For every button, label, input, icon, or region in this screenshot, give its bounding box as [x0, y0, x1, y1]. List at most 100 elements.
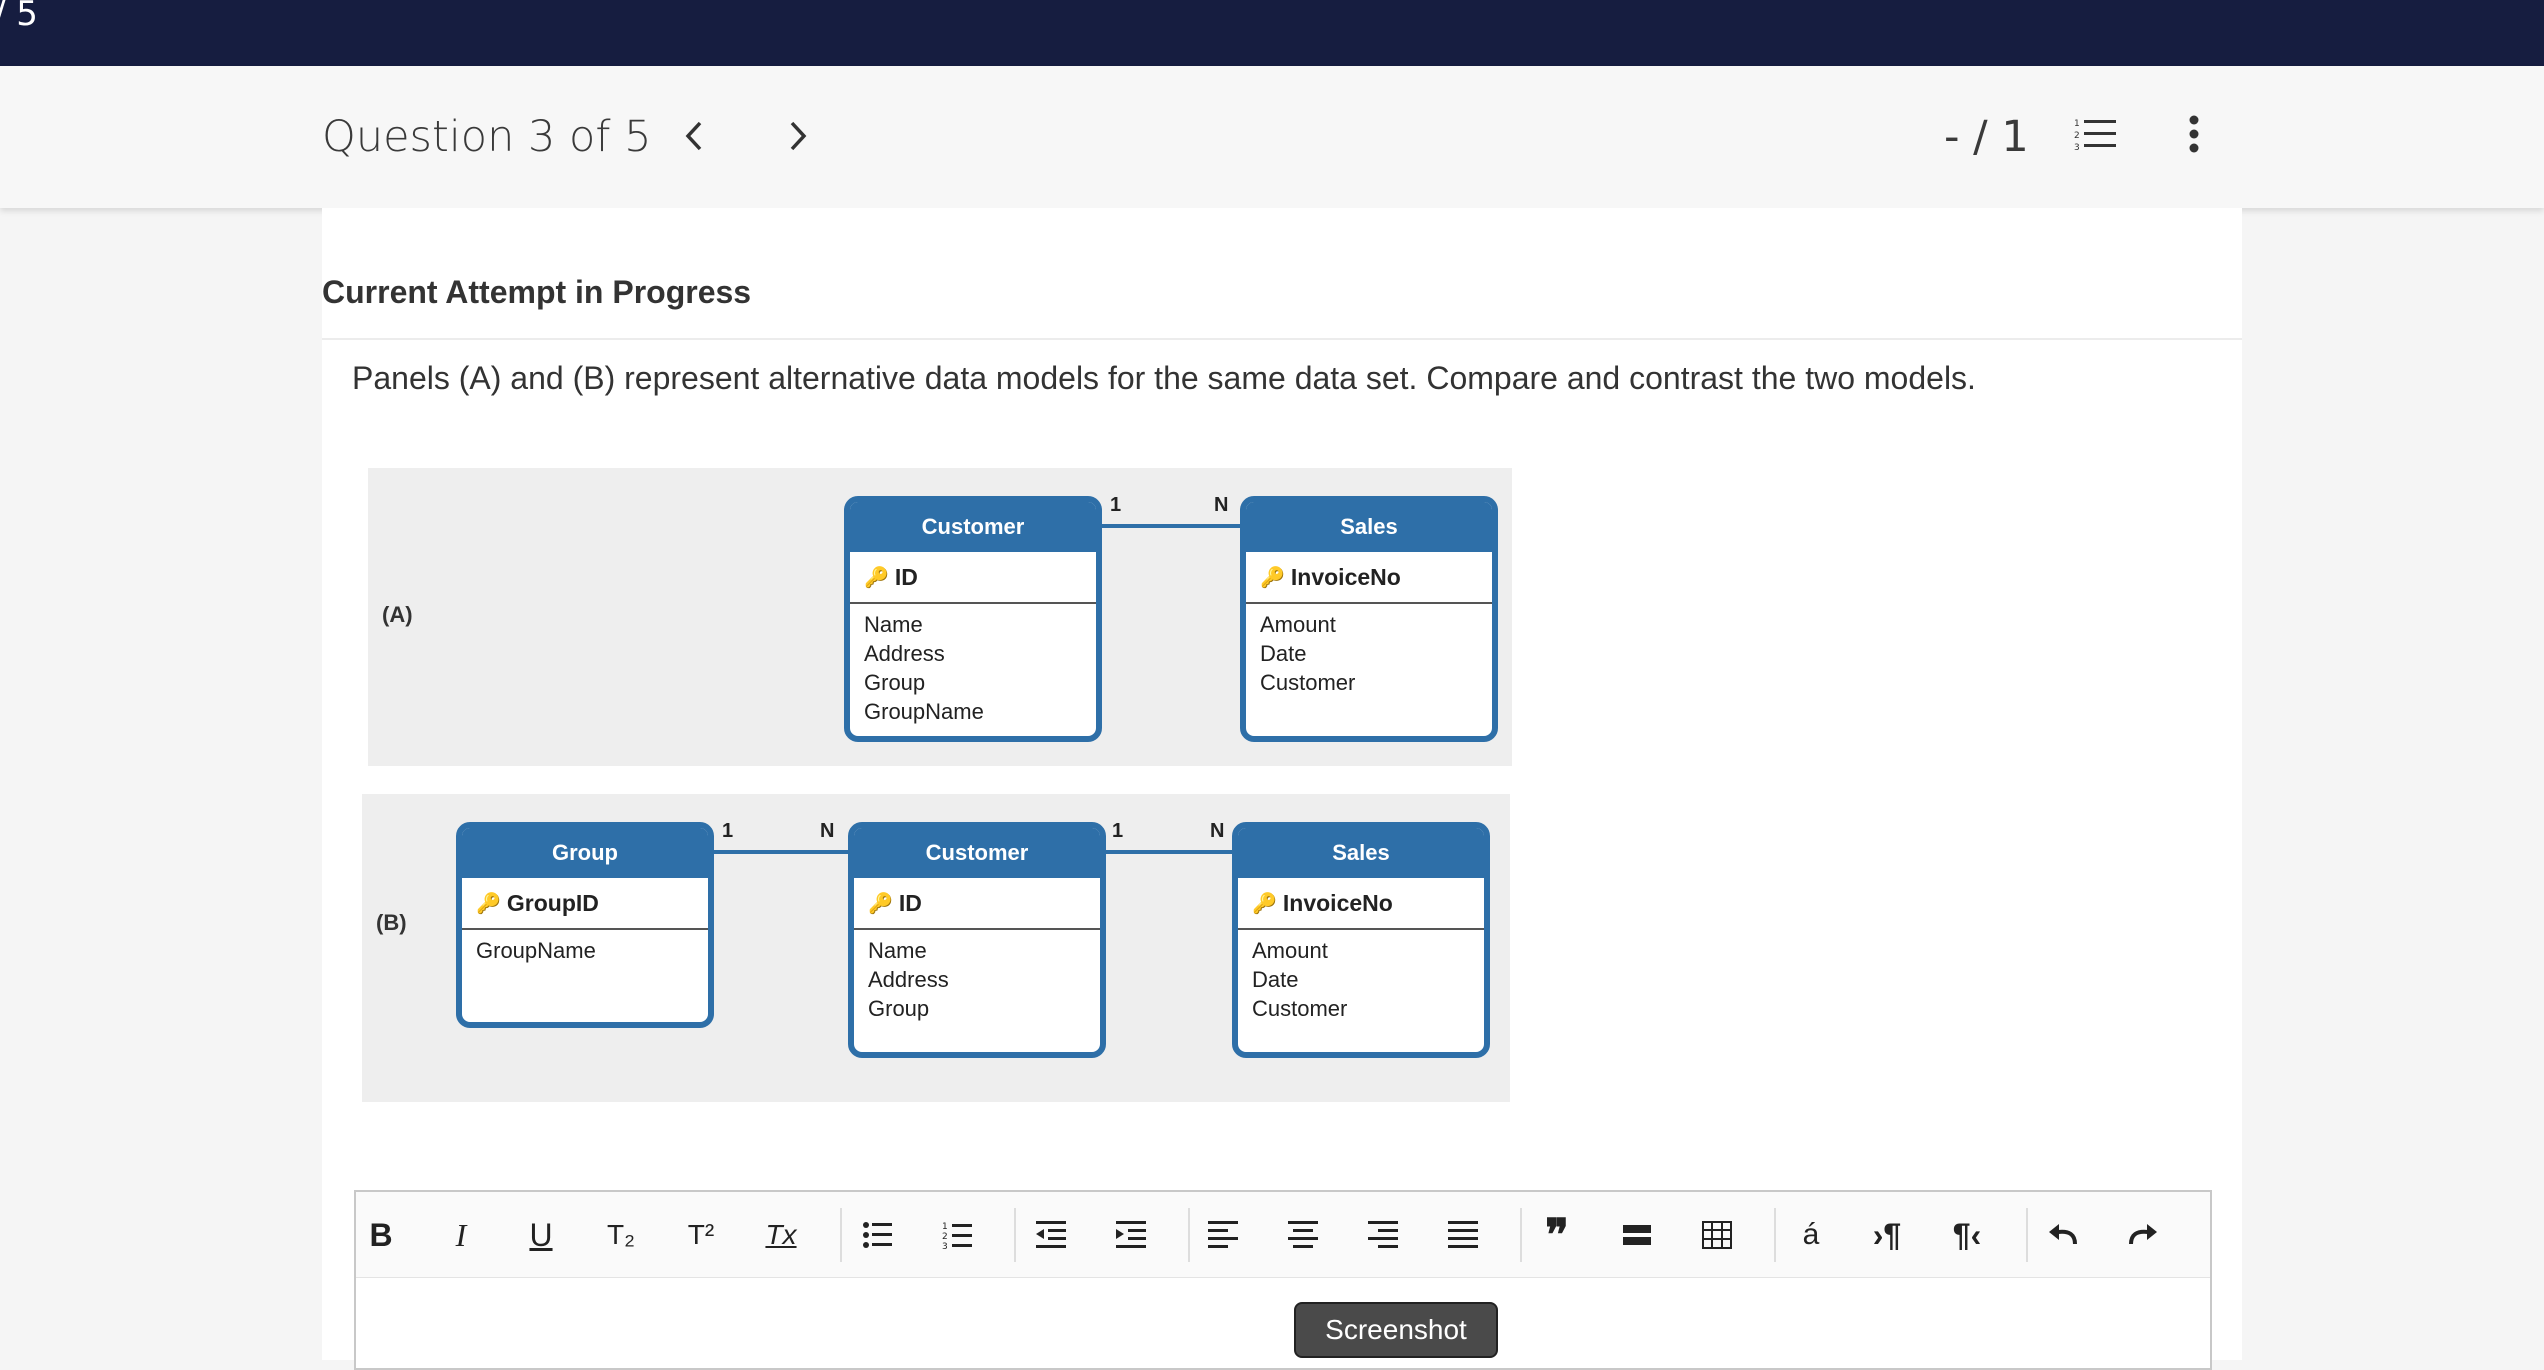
attempt-heading: Current Attempt in Progress: [322, 274, 752, 310]
special-character-button[interactable]: á: [1786, 1210, 1836, 1260]
cardinality-many: N: [1214, 494, 1229, 516]
quote-icon: ❞: [1545, 1209, 1569, 1261]
toolbar-separator: [840, 1208, 842, 1262]
question-title: Question 3 of 5: [322, 112, 652, 162]
chevron-left-icon: [685, 121, 702, 151]
more-options-button[interactable]: [2162, 102, 2226, 166]
undo-button[interactable]: [2038, 1210, 2088, 1260]
entity-sales: Sales 🔑 InvoiceNo Amount Date Customer: [1240, 496, 1498, 742]
numbered-list-button[interactable]: 123: [932, 1210, 982, 1260]
diagram-panel-a: (A) Customer 🔑 ID Name Address Group Grou…: [368, 468, 1512, 766]
rtl-button[interactable]: ¶‹: [1942, 1210, 1992, 1260]
divider: [322, 338, 2242, 340]
horizontal-rule-button[interactable]: [1612, 1210, 1662, 1260]
attribute: Name: [864, 612, 923, 637]
primary-key-label: ID: [894, 563, 918, 590]
attribute: Customer: [1252, 996, 1348, 1021]
toolbar-separator: [2026, 1208, 2028, 1262]
toolbar-separator: [1774, 1208, 1776, 1262]
entity-customer: Customer 🔑 ID Name Address Group GroupNam…: [844, 496, 1102, 742]
table-button[interactable]: [1692, 1210, 1742, 1260]
top-bar: / 5: [0, 0, 2544, 66]
question-bar: Question 3 of 5 - / 1 1 2 3: [0, 66, 2544, 208]
paragraph-rtl-icon: ¶‹: [1952, 1216, 1982, 1253]
relationship-line: [1102, 524, 1240, 528]
bullet-list-icon: [863, 1222, 892, 1248]
list-icon: 1 2 3: [2074, 119, 2116, 152]
attribute: Group: [864, 670, 926, 695]
primary-key: 🔑 ID: [850, 552, 1096, 604]
bold-button[interactable]: B: [356, 1210, 406, 1260]
redo-icon: [2129, 1224, 2157, 1245]
outdent-button[interactable]: [1026, 1210, 1076, 1260]
subscript-button[interactable]: T₂: [596, 1210, 646, 1260]
ltr-button[interactable]: ›¶: [1862, 1210, 1912, 1260]
align-left-icon: [1208, 1221, 1238, 1248]
key-icon: 🔑: [864, 566, 889, 589]
entity-title: Group: [462, 828, 708, 878]
superscript-button[interactable]: T²: [676, 1210, 726, 1260]
entity-title: Sales: [1238, 828, 1484, 878]
attributes: Name Address Group GroupName: [850, 604, 1096, 726]
diagram-panel-b: (B) Group 🔑 GroupID GroupName 1 N Custome…: [362, 794, 1510, 1102]
cardinality-one: 1: [1110, 494, 1122, 516]
justify-icon: [1448, 1221, 1478, 1248]
svg-text:1: 1: [2074, 119, 2080, 129]
attribute: Amount: [1260, 612, 1336, 637]
total-score: / 5: [0, 0, 38, 34]
entity-sales: Sales 🔑 InvoiceNo Amount Date Customer: [1232, 822, 1490, 1058]
align-right-button[interactable]: [1358, 1210, 1408, 1260]
primary-key: 🔑 InvoiceNo: [1246, 552, 1492, 604]
align-center-button[interactable]: [1278, 1210, 1328, 1260]
attribute: Amount: [1252, 938, 1328, 963]
cardinality-many: N: [1210, 820, 1225, 842]
cardinality-one: 1: [1112, 820, 1124, 842]
indent-button[interactable]: [1106, 1210, 1156, 1260]
entity-title: Customer: [850, 502, 1096, 552]
attributes: Name Address Group: [854, 930, 1100, 1023]
attribute: Name: [868, 938, 927, 963]
question-text: Panels (A) and (B) represent alternative…: [352, 360, 1976, 396]
key-icon: 🔑: [1260, 566, 1285, 589]
editor-toolbar: B I U T₂ T² Tx 123 ❞ á ›¶ ¶‹: [356, 1192, 2210, 1278]
panel-a-label: (A): [382, 602, 413, 627]
primary-key: 🔑 GroupID: [462, 878, 708, 930]
justify-button[interactable]: [1438, 1210, 1488, 1260]
attributes: GroupName: [462, 930, 708, 965]
cardinality-one: 1: [722, 820, 734, 842]
svg-text:3: 3: [2074, 143, 2080, 152]
primary-key-label: GroupID: [506, 889, 599, 916]
question-list-button[interactable]: 1 2 3: [2064, 102, 2128, 166]
svg-text:1: 1: [942, 1222, 948, 1232]
entity-title: Customer: [854, 828, 1100, 878]
undo-icon: [2049, 1224, 2077, 1245]
underline-button[interactable]: U: [516, 1210, 566, 1260]
svg-text:2: 2: [2074, 131, 2080, 141]
toolbar-separator: [1014, 1208, 1016, 1262]
italic-button[interactable]: I: [436, 1210, 486, 1260]
blockquote-button[interactable]: ❞: [1532, 1209, 1582, 1261]
cardinality-many: N: [820, 820, 835, 842]
attribute: GroupName: [864, 699, 984, 724]
align-left-button[interactable]: [1198, 1210, 1248, 1260]
relationship-line: [1106, 850, 1232, 854]
screenshot-tooltip: Screenshot: [1294, 1302, 1498, 1358]
indent-icon: [1116, 1221, 1146, 1248]
key-icon: 🔑: [476, 892, 501, 915]
primary-key-label: InvoiceNo: [1290, 563, 1401, 590]
redo-button[interactable]: [2118, 1210, 2168, 1260]
attributes: Amount Date Customer: [1238, 930, 1484, 1023]
question-score: - / 1: [1944, 112, 2029, 162]
answer-editor[interactable]: B I U T₂ T² Tx 123 ❞ á ›¶ ¶‹: [354, 1190, 2212, 1370]
attribute: Customer: [1260, 670, 1356, 695]
prev-question-button[interactable]: [664, 106, 724, 166]
align-center-icon: [1288, 1221, 1318, 1248]
bullet-list-button[interactable]: [852, 1210, 902, 1260]
entity-group: Group 🔑 GroupID GroupName: [456, 822, 714, 1028]
panel-b-label: (B): [376, 910, 407, 935]
attribute: Address: [864, 641, 945, 666]
entity-title: Sales: [1246, 502, 1492, 552]
chevron-right-icon: [790, 121, 807, 151]
next-question-button[interactable]: [768, 106, 828, 166]
clear-format-button[interactable]: Tx: [756, 1210, 806, 1260]
